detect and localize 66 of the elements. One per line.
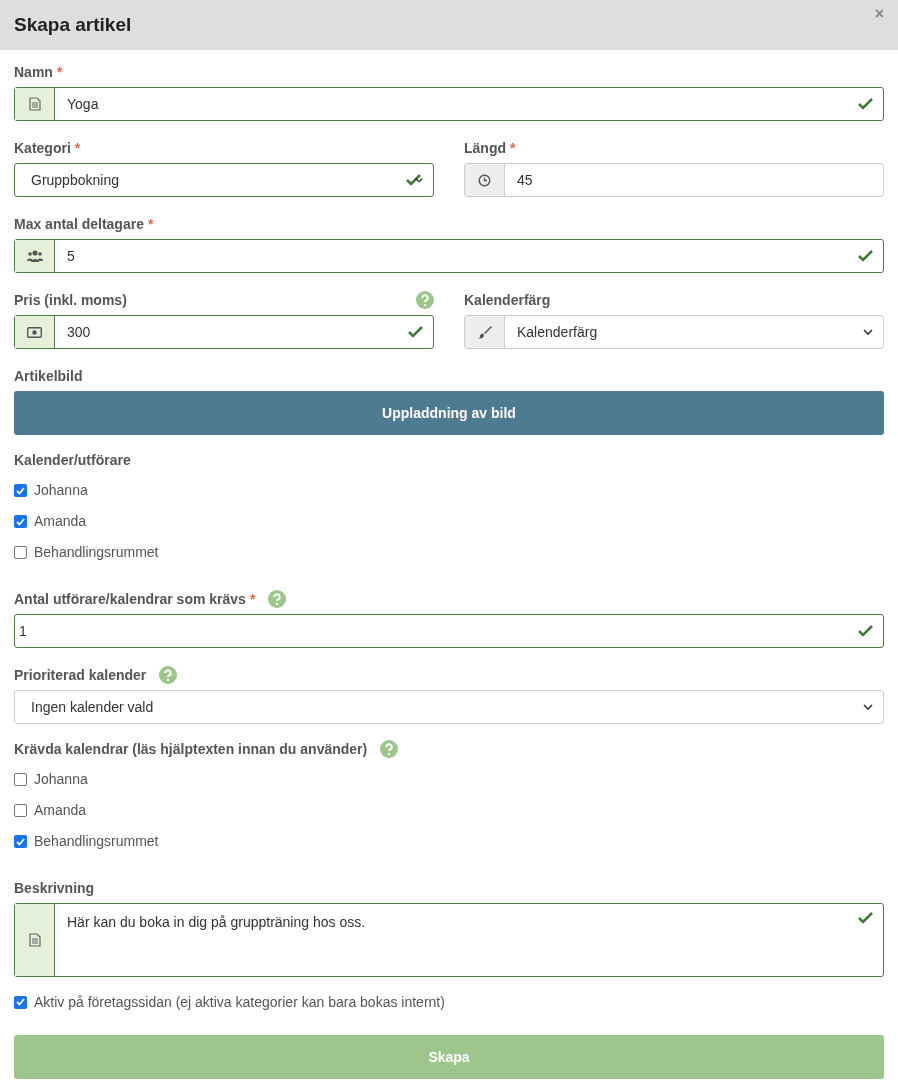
field-label: Kategori (14, 138, 71, 158)
checkbox[interactable] (14, 835, 27, 848)
required-mark: * (56, 62, 63, 82)
brush-icon (477, 325, 492, 339)
people-icon (26, 250, 43, 262)
field-label: Namn (14, 62, 53, 82)
field-value: Yoga (67, 94, 99, 114)
required-mark: * (147, 214, 154, 234)
select-value: Kalenderfärg (517, 322, 598, 342)
upload-button[interactable]: Uppladdning av bild (14, 391, 884, 435)
checkbox[interactable] (14, 515, 27, 528)
chevron-icon (863, 328, 873, 336)
clock-icon (478, 173, 491, 187)
checkbox-label[interactable]: Amanda (34, 511, 87, 532)
field-label: Max antal deltagare (14, 214, 144, 234)
required-mark: * (249, 589, 256, 609)
field-label: Artikelbild (14, 366, 83, 386)
required-mark: * (74, 138, 81, 158)
input-field[interactable]: Yoga (14, 87, 884, 121)
field-value: Här kan du boka in dig på gruppträning hos oss. (67, 913, 366, 932)
field-label: Kalender/utförare (14, 450, 131, 470)
check-icon (858, 250, 873, 262)
select-value: Gruppbokning (31, 170, 119, 190)
check-icon (408, 326, 423, 338)
money-icon (27, 326, 42, 338)
check-icon (406, 174, 421, 186)
checkbox-label[interactable]: Behandlingsrummet (34, 542, 159, 563)
field-label: Prioriterad kalender (14, 665, 147, 685)
checkbox-label[interactable]: Johanna (34, 480, 88, 501)
input-field[interactable]: 1 (14, 614, 884, 648)
check-icon (858, 625, 873, 637)
field-value: 1 (19, 621, 27, 641)
required-mark: * (510, 138, 516, 158)
field-label: Antal utförare/kalendrar som krävs (14, 589, 246, 609)
select-field[interactable]: Gruppbokning (14, 163, 434, 197)
chevron-icon (863, 703, 873, 711)
input-field[interactable]: 300 (14, 315, 434, 349)
select-field[interactable]: Ingen kalender vald (14, 690, 884, 724)
document-icon (28, 97, 41, 111)
select-value: Ingen kalender vald (31, 697, 154, 717)
field-label: Kalenderfärg (464, 290, 551, 310)
checkbox[interactable] (14, 995, 27, 1009)
checkbox[interactable] (14, 804, 27, 817)
field-value: 5 (67, 246, 75, 266)
field-value: 300 (67, 322, 91, 342)
checkbox-label[interactable]: Behandlingsrummet (34, 831, 159, 852)
chevron-icon (415, 176, 423, 184)
field-value: 45 (517, 170, 533, 190)
checkbox[interactable] (14, 773, 27, 786)
field-label: Längd (464, 138, 506, 158)
document-icon (28, 933, 41, 947)
field-label: Beskrivning (14, 878, 95, 898)
check-icon (858, 98, 873, 110)
checkbox-label[interactable]: Aktiv på företagssidan (ej aktiva kategorier kan bara bokas internt) (34, 991, 445, 1013)
checkbox[interactable] (14, 546, 27, 559)
checkbox-label[interactable]: Johanna (34, 769, 88, 790)
input-field[interactable]: 5 (14, 239, 884, 273)
select-field[interactable]: Kalenderfärg (464, 315, 884, 349)
checkbox[interactable] (14, 484, 27, 497)
field-label: Pris (inkl. moms) (14, 290, 127, 310)
dialog-title: Skapa artikel (14, 12, 132, 37)
checkbox-label[interactable]: Amanda (34, 800, 87, 821)
check-icon (858, 912, 873, 924)
field-label: Krävda kalendrar (läs hjälptexten innan du använder) (14, 739, 368, 759)
text-area[interactable]: Här kan du boka in dig på gruppträning hos oss. (14, 903, 884, 977)
input-field[interactable]: 45 (464, 163, 884, 197)
